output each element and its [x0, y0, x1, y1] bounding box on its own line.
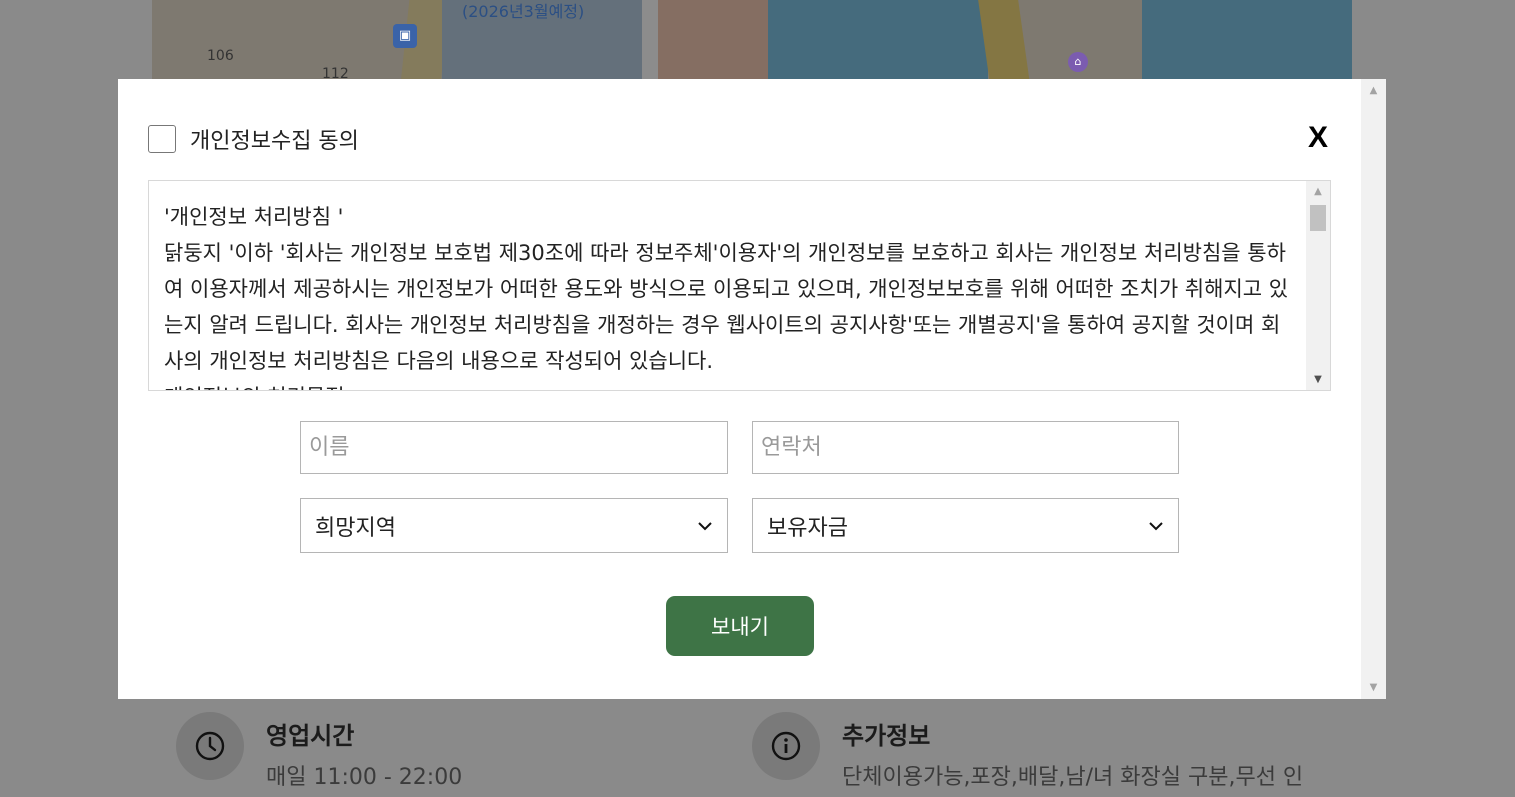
modal-scrollbar[interactable]: ▲ ▼: [1361, 79, 1386, 699]
region-select-value: 희망지역: [315, 515, 396, 541]
consent-modal: 개인정보수집 동의 X '개인정보 처리방침 ' 닭둥지 '이하 '회사는 개인…: [118, 79, 1386, 699]
modal-scroll-up-icon[interactable]: ▲: [1361, 85, 1386, 96]
extra-value: 단체이용가능,포장,배달,남/녀 화장실 구분,무선 인: [842, 765, 1304, 790]
map-label-planned: (2026년3월예정): [462, 2, 585, 21]
scroll-up-icon[interactable]: ▲: [1306, 186, 1330, 197]
chevron-down-icon: [1149, 521, 1163, 530]
consent-checkbox[interactable]: [148, 125, 176, 153]
send-button[interactable]: 보내기: [666, 596, 814, 656]
name-input[interactable]: [300, 421, 728, 474]
consent-row: 개인정보수집 동의: [148, 123, 359, 155]
region-select[interactable]: 희망지역: [300, 498, 728, 553]
funds-select-value: 보유자금: [767, 515, 848, 541]
hours-value: 매일 11:00 - 22:00: [266, 765, 463, 790]
contact-input[interactable]: [752, 421, 1179, 474]
policy-scrollbar[interactable]: ▲ ▼: [1306, 181, 1330, 390]
modal-scroll-down-icon[interactable]: ▼: [1361, 682, 1386, 693]
extra-info: 추가정보 단체이용가능,포장,배달,남/녀 화장실 구분,무선 인: [752, 712, 1303, 791]
consent-label: 개인정보수집 동의: [190, 129, 359, 154]
map-label-106: 106: [207, 48, 234, 64]
extra-title: 추가정보: [842, 722, 931, 750]
scroll-thumb[interactable]: [1310, 205, 1326, 231]
info-icon: [752, 712, 820, 780]
store-info-row: 영업시간 매일 11:00 - 22:00 추가정보 단체이용가능,포장,배달,…: [0, 700, 1515, 797]
hotel-icon: ⌂: [1068, 52, 1088, 72]
privacy-policy-box[interactable]: '개인정보 처리방침 ' 닭둥지 '이하 '회사는 개인정보 보호법 제30조에…: [148, 180, 1331, 391]
funds-select[interactable]: 보유자금: [752, 498, 1179, 553]
hours-info: 영업시간 매일 11:00 - 22:00: [176, 712, 462, 791]
chevron-down-icon: [698, 521, 712, 530]
hours-title: 영업시간: [266, 722, 355, 750]
scroll-down-icon[interactable]: ▼: [1306, 374, 1330, 385]
clock-icon: [176, 712, 244, 780]
close-button[interactable]: X: [1308, 121, 1328, 155]
bus-stop-icon: ▣: [393, 24, 417, 48]
privacy-policy-text: '개인정보 처리방침 ' 닭둥지 '이하 '회사는 개인정보 보호법 제30조에…: [164, 205, 1289, 390]
